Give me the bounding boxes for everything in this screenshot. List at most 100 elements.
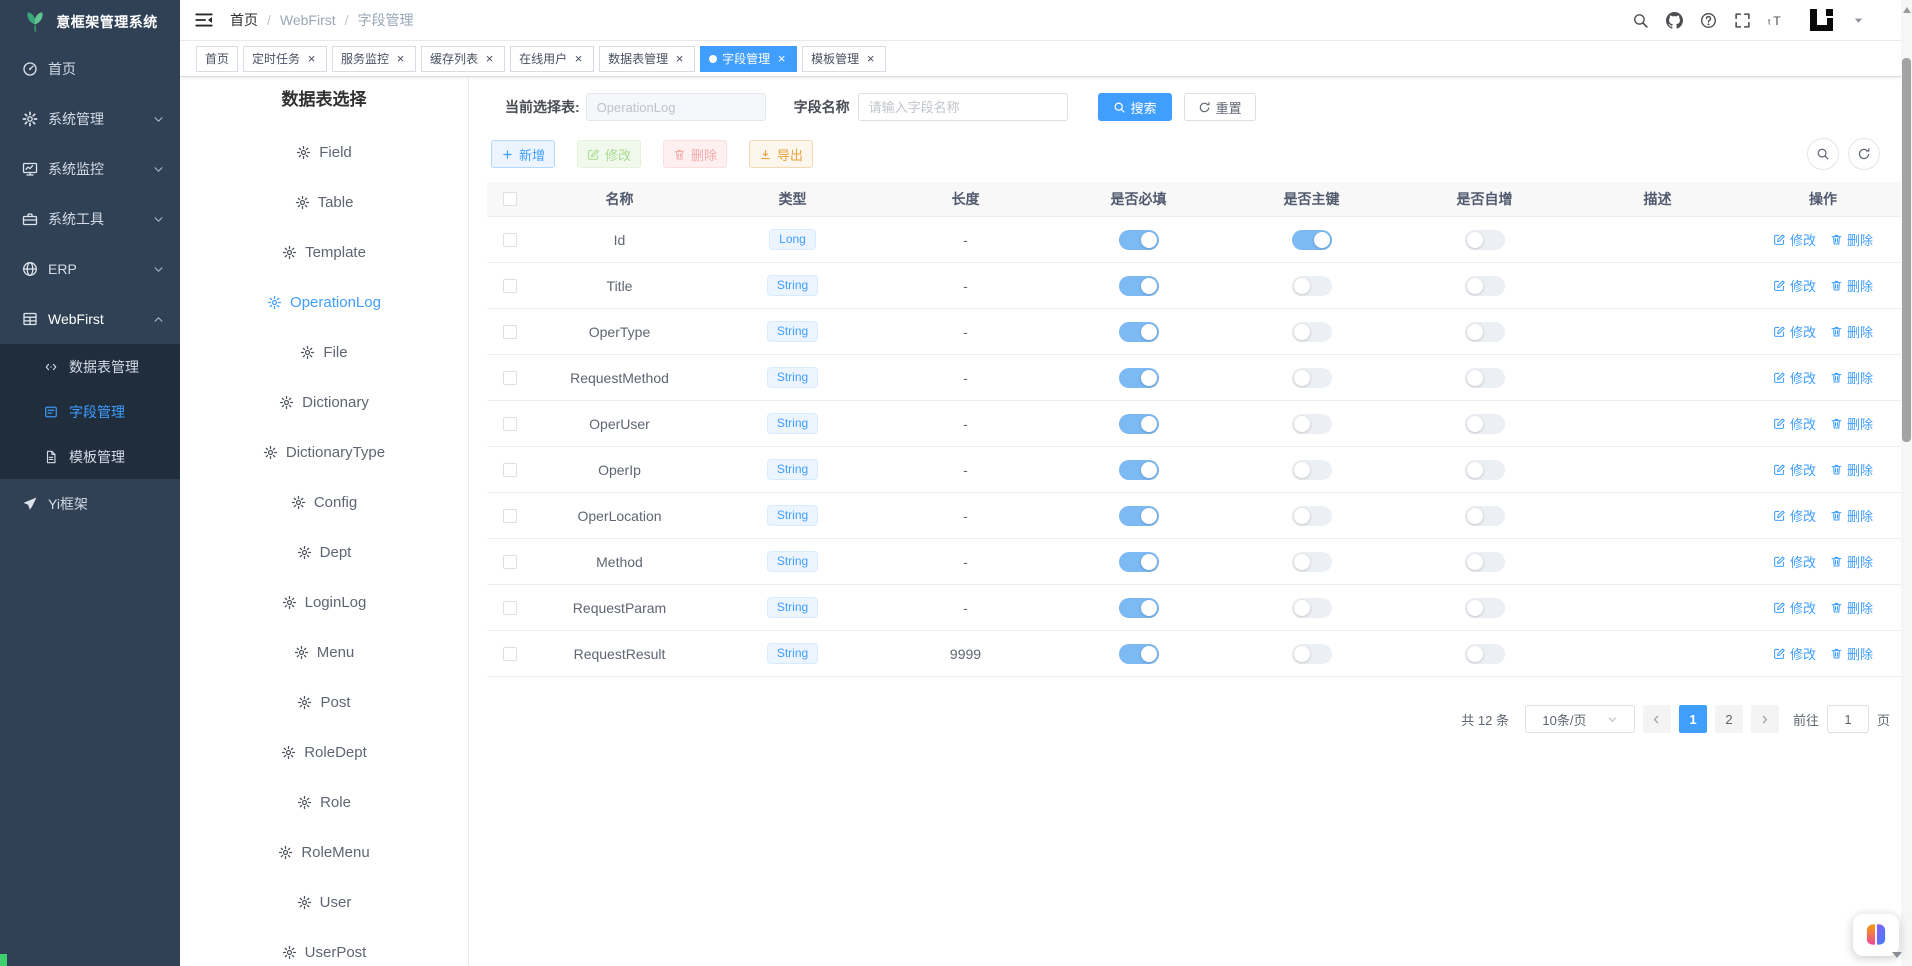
table-item-dictionary[interactable]: Dictionary [180,377,468,427]
primary-toggle[interactable] [1292,414,1332,434]
page-button-2[interactable]: 2 [1715,705,1743,733]
goto-page-input[interactable] [1827,705,1869,733]
primary-toggle[interactable] [1292,460,1332,480]
table-item-loginlog[interactable]: LoginLog [180,577,468,627]
sidebar-item-system-tools[interactable]: 系统工具 [0,194,180,244]
row-delete-button[interactable]: 删除 [1830,598,1873,617]
table-item-dept[interactable]: Dept [180,527,468,577]
table-item-table[interactable]: Table [180,177,468,227]
primary-toggle[interactable] [1292,230,1332,250]
row-checkbox[interactable] [503,509,517,523]
table-item-user[interactable]: User [180,877,468,927]
row-delete-button[interactable]: 删除 [1830,322,1873,341]
row-delete-button[interactable]: 删除 [1830,230,1873,249]
table-item-menu[interactable]: Menu [180,627,468,677]
current-table-input[interactable] [586,93,766,121]
table-item-post[interactable]: Post [180,677,468,727]
row-edit-button[interactable]: 修改 [1773,506,1816,525]
required-toggle[interactable] [1119,230,1159,250]
row-checkbox[interactable] [503,233,517,247]
increment-toggle[interactable] [1465,598,1505,618]
github-icon[interactable] [1666,12,1683,29]
table-item-roledept[interactable]: RoleDept [180,727,468,777]
increment-toggle[interactable] [1465,322,1505,342]
fontsize-icon[interactable]: tT [1768,12,1785,29]
required-toggle[interactable] [1119,644,1159,664]
row-delete-button[interactable]: 删除 [1830,368,1873,387]
sidebar-item-system-monitor[interactable]: 系统监控 [0,144,180,194]
tab-table-mgmt[interactable]: 数据表管理× [599,46,695,72]
table-item-dictionarytype[interactable]: DictionaryType [180,427,468,477]
search-button[interactable]: 搜索 [1098,93,1172,121]
menu-fold-icon[interactable] [194,10,214,30]
breadcrumb-item-webfirst[interactable]: WebFirst [280,12,336,28]
field-name-input[interactable] [858,93,1068,121]
row-delete-button[interactable]: 删除 [1830,644,1873,663]
tab-online-users[interactable]: 在线用户× [510,46,594,72]
row-edit-button[interactable]: 修改 [1773,598,1816,617]
fullscreen-icon[interactable] [1734,12,1751,29]
increment-toggle[interactable] [1465,552,1505,572]
table-item-config[interactable]: Config [180,477,468,527]
table-item-file[interactable]: File [180,327,468,377]
required-toggle[interactable] [1119,598,1159,618]
caret-down-icon[interactable] [1853,15,1864,26]
row-edit-button[interactable]: 修改 [1773,368,1816,387]
help-icon[interactable] [1700,12,1717,29]
primary-toggle[interactable] [1292,506,1332,526]
row-checkbox[interactable] [503,371,517,385]
required-toggle[interactable] [1119,552,1159,572]
increment-toggle[interactable] [1465,276,1505,296]
sidebar-item-erp[interactable]: ERP [0,244,180,294]
scrollbar-up-arrow[interactable] [1903,7,1911,13]
row-checkbox[interactable] [503,325,517,339]
export-button[interactable]: 导出 [749,140,813,168]
required-toggle[interactable] [1119,322,1159,342]
select-all-checkbox[interactable] [503,192,517,206]
required-toggle[interactable] [1119,506,1159,526]
increment-toggle[interactable] [1465,230,1505,250]
add-button[interactable]: 新增 [491,140,555,168]
primary-toggle[interactable] [1292,598,1332,618]
breadcrumb-item-home[interactable]: 首页 [230,10,258,30]
row-checkbox[interactable] [503,647,517,661]
required-toggle[interactable] [1119,368,1159,388]
tab-scheduled-tasks[interactable]: 定时任务× [243,46,327,72]
sidebar-item-yi-framework[interactable]: Yi框架 [0,479,180,529]
delete-button[interactable]: 删除 [663,140,727,168]
sidebar-item-webfirst[interactable]: WebFirst [0,294,180,344]
row-checkbox[interactable] [503,601,517,615]
row-checkbox[interactable] [503,417,517,431]
row-checkbox[interactable] [503,279,517,293]
tab-service-monitor[interactable]: 服务监控× [332,46,416,72]
sidebar-item-template-mgmt[interactable]: 模板管理 [0,434,180,479]
row-edit-button[interactable]: 修改 [1773,644,1816,663]
table-item-role[interactable]: Role [180,777,468,827]
increment-toggle[interactable] [1465,460,1505,480]
page-button-1[interactable]: 1 [1679,705,1707,733]
required-toggle[interactable] [1119,460,1159,480]
row-edit-button[interactable]: 修改 [1773,276,1816,295]
increment-toggle[interactable] [1465,506,1505,526]
row-delete-button[interactable]: 删除 [1830,414,1873,433]
column-search-button[interactable] [1807,138,1839,170]
row-edit-button[interactable]: 修改 [1773,552,1816,571]
row-edit-button[interactable]: 修改 [1773,230,1816,249]
increment-toggle[interactable] [1465,414,1505,434]
search-icon[interactable] [1632,12,1649,29]
sidebar-item-table-mgmt[interactable]: 数据表管理 [0,344,180,389]
row-delete-button[interactable]: 删除 [1830,506,1873,525]
row-delete-button[interactable]: 删除 [1830,276,1873,295]
assistant-float-button[interactable] [1853,914,1899,956]
table-item-field[interactable]: Field [180,127,468,177]
row-edit-button[interactable]: 修改 [1773,414,1816,433]
reset-button[interactable]: 重置 [1184,93,1256,121]
table-item-rolemenu[interactable]: RoleMenu [180,827,468,877]
row-edit-button[interactable]: 修改 [1773,460,1816,479]
required-toggle[interactable] [1119,414,1159,434]
primary-toggle[interactable] [1292,368,1332,388]
required-toggle[interactable] [1119,276,1159,296]
avatar[interactable] [1804,4,1836,36]
row-delete-button[interactable]: 删除 [1830,460,1873,479]
tab-field-mgmt[interactable]: 字段管理× [700,46,797,72]
